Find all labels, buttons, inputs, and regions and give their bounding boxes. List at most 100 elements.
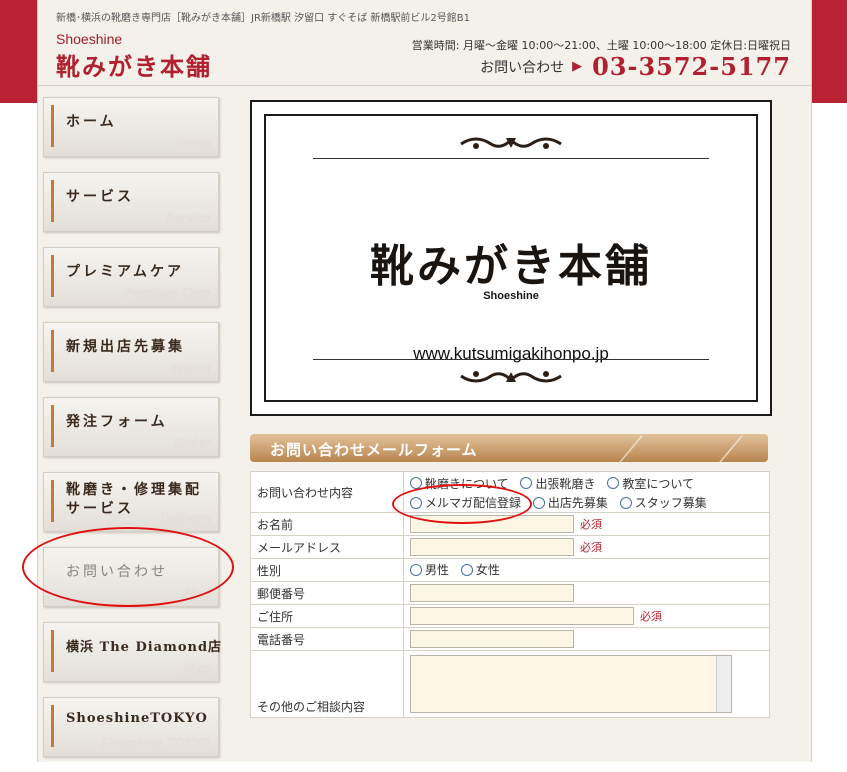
radio-option[interactable]: 男性 [410, 561, 449, 578]
radio-option[interactable]: 女性 [460, 561, 500, 578]
nav-accent-bar [51, 105, 54, 147]
nav-item-en-label: Mail [183, 586, 211, 600]
field-cell: 男性 女性 [403, 558, 770, 582]
nav-accent-bar [51, 180, 54, 222]
nav-item-yokohama[interactable]: 横浜 The Diamond店 Map [43, 622, 223, 682]
field-label: 郵便番号 [250, 581, 404, 605]
radio-label: 靴磨きについて [425, 476, 509, 491]
page-container: 新橋･横浜の靴磨き専門店［靴みがき本舗］JR新橋駅 汐留口 すぐそば 新橋駅前ビ… [37, 0, 812, 762]
address-input[interactable] [410, 607, 634, 625]
field-cell [403, 650, 770, 718]
ornament-bottom-icon [266, 366, 756, 390]
field-label: メールアドレス [250, 535, 404, 559]
field-cell [403, 581, 770, 605]
nav-item-label: お問い合わせ [66, 564, 168, 580]
heading-decoration [619, 436, 643, 462]
header-topline: 新橋･横浜の靴磨き専門店［靴みがき本舗］JR新橋駅 汐留口 すぐそば 新橋駅前ビ… [56, 13, 471, 24]
business-hours: 営業時間: 月曜～金曜 10:00～21:00、土曜 10:00～18:00 定… [411, 39, 791, 52]
form-heading-bar: お問い合わせメールフォーム [250, 434, 768, 462]
nav-item-delivery[interactable]: 靴磨き・修理集配 サービス Delivery [43, 472, 219, 532]
nav-item-label: 新規出店先募集 [66, 339, 185, 355]
radio-label: 出店先募集 [547, 496, 608, 510]
nav-item-label: サービス [66, 189, 134, 205]
nav-item-contact[interactable]: お問い合わせ Mail [43, 547, 219, 607]
banner-url: www.kutsumigakihonpo.jp [413, 344, 609, 363]
scrollbar[interactable] [716, 656, 731, 712]
name-input[interactable] [410, 515, 574, 533]
radio-label: 教室について [622, 476, 694, 491]
email-input[interactable] [410, 538, 574, 556]
banner-title: 靴みがき本舗 [370, 241, 652, 292]
nav-item-en-label: Service [165, 211, 212, 225]
nav-item-order[interactable]: 発注フォーム Order [43, 397, 219, 457]
field-label: お問い合わせ内容 [250, 471, 404, 513]
form-row-inquiry: お問い合わせ内容 靴磨きについて 出張靴磨き 教室について メルマガ配信登録 出… [250, 471, 770, 513]
left-red-band [0, 0, 37, 103]
inquiry-options: 靴磨きについて 出張靴磨き 教室について メルマガ配信登録 出店先募集 スタッフ… [403, 471, 770, 513]
radio-circle-icon [607, 477, 620, 489]
radio-circle-icon [410, 563, 422, 576]
nav-item-en-label: Map [183, 661, 211, 675]
form-row-gender: 性別 男性 女性 [250, 558, 770, 582]
nav-item-label-line1: 靴磨き・修理集配 [66, 482, 202, 498]
nav-accent-bar [51, 630, 54, 672]
form-row-phone: 電話番号 [250, 627, 770, 651]
nav-item-home[interactable]: ホーム Home [43, 97, 219, 157]
nav-item-en-label: Home [174, 136, 211, 150]
radio-option[interactable]: 教室について [607, 475, 694, 492]
play-arrow-icon: ▶ [572, 59, 583, 74]
nav-item-label: ShoeshineTOKYO [66, 711, 208, 726]
radio-option[interactable]: 出張靴磨き [520, 475, 596, 492]
phone-number[interactable]: 03-3572-5177 [592, 52, 791, 81]
radio-label: 男性 [425, 563, 450, 578]
radio-label: スタッフ募集 [634, 496, 707, 510]
contact-form-table: お問い合わせ内容 靴磨きについて 出張靴磨き 教室について メルマガ配信登録 出… [250, 471, 770, 718]
brand-logo[interactable]: 靴みがき本舗 [56, 47, 212, 82]
brand-subtitle: Shoeshine [56, 31, 123, 47]
radio-option[interactable]: メルマガ配信登録 [410, 494, 521, 511]
field-cell: 必須 [403, 604, 770, 628]
shop-banner: 靴みがき本舗 Shoeshine www.kutsumigakihonpo.jp [250, 100, 772, 416]
form-row-zip: 郵便番号 [250, 581, 770, 605]
banner-bottom-rule [313, 359, 709, 360]
nav-item-label: ホーム [66, 114, 117, 130]
form-row-other: その他のご相談内容 [250, 650, 770, 718]
nav-item-tenant[interactable]: 新規出店先募集 tenant [43, 322, 219, 382]
banner-subtitle: Shoeshine [483, 290, 539, 302]
nav-item-en-label: Order [174, 436, 211, 450]
right-red-band [810, 0, 847, 103]
radio-option[interactable]: スタッフ募集 [619, 494, 707, 511]
radio-circle-icon [460, 563, 473, 576]
banner-inner-frame: 靴みがき本舗 Shoeshine www.kutsumigakihonpo.jp [264, 114, 758, 402]
nav-accent-bar [51, 705, 54, 747]
radio-circle-icon [520, 477, 533, 489]
other-textarea[interactable] [410, 655, 732, 713]
nav-accent-bar [51, 480, 54, 522]
sidebar-nav: ホーム Home サービス Service プレミアムケア Premium Ca… [43, 97, 223, 772]
radio-option[interactable]: 出店先募集 [532, 494, 608, 511]
zip-input[interactable] [410, 584, 574, 602]
required-mark: 必須 [640, 609, 662, 623]
field-label: お名前 [250, 512, 404, 536]
nav-accent-bar [51, 255, 54, 297]
radio-label: メルマガ配信登録 [425, 496, 522, 510]
nav-item-premium-care[interactable]: プレミアムケア Premium Care [43, 247, 219, 307]
banner-top-rule [313, 158, 709, 159]
phone-input[interactable] [410, 630, 574, 648]
radio-option[interactable]: 靴磨きについて [410, 475, 509, 492]
nav-accent-bar [51, 330, 54, 372]
main-content: 靴みがき本舗 Shoeshine www.kutsumigakihonpo.jp… [250, 100, 772, 718]
nav-item-label: 横浜 The Diamond店 [66, 640, 223, 655]
form-row-email: メールアドレス 必須 [250, 535, 770, 559]
nav-item-en-label: Premium Care [122, 286, 211, 300]
form-row-name: お名前 必須 [250, 512, 770, 536]
field-label: その他のご相談内容 [250, 650, 404, 718]
nav-item-en-label: Delivery [160, 511, 211, 525]
nav-item-label: プレミアムケア [66, 264, 185, 280]
field-cell: 必須 [403, 512, 770, 536]
contact-row: お問い合わせ ▶ 03-3572-5177 [480, 52, 791, 81]
nav-item-shoeshine-tokyo[interactable]: ShoeshineTOKYO Shoeshine TOKYO [43, 697, 219, 757]
radio-circle-icon [410, 477, 422, 489]
nav-item-label: 発注フォーム [66, 414, 168, 430]
nav-item-service[interactable]: サービス Service [43, 172, 219, 232]
